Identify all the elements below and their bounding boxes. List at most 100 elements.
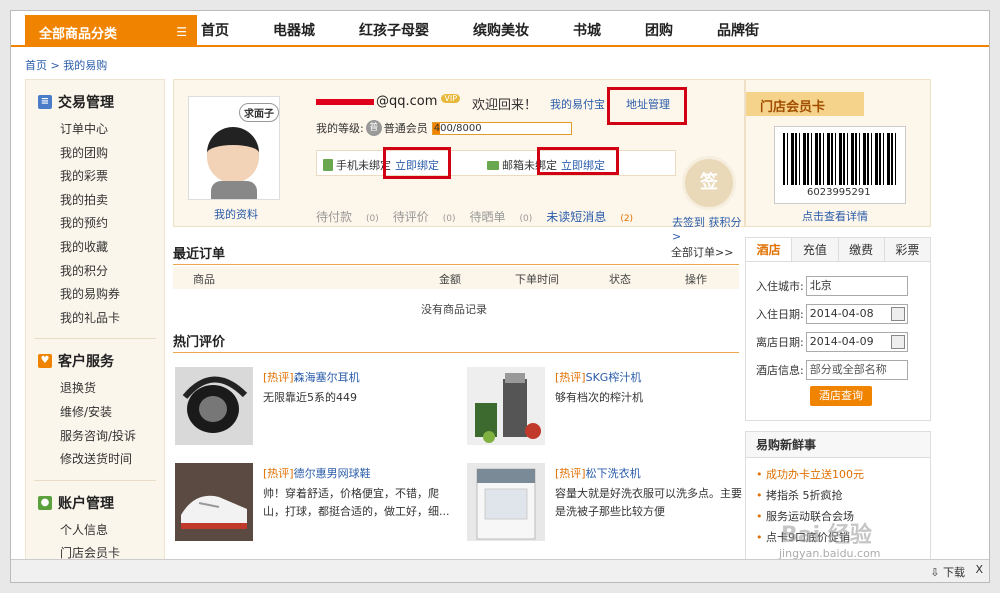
highlight-box-address [607,87,687,125]
browser-status-bar: ⇩ 下载 X [11,559,989,582]
review-desc: 帅！穿着舒适，价格便宜，不错，爬山，打球，都挺合适的，做工好，细... [263,487,450,518]
review-card[interactable]: [热评]松下洗衣机 容量大就是好洗衣服可以洗多点。主要是洗被子那些比较方便 [467,463,742,543]
city-input[interactable]: 北京 [805,276,908,296]
sidebar-item-complaints[interactable]: 服务咨询/投诉 [38,425,164,449]
review-card[interactable]: [热评]森海塞尔耳机 无限靠近5系的449 [175,367,445,447]
sidebar-item-giftcard[interactable]: 我的礼品卡 [38,307,164,331]
breadcrumb-home[interactable]: 首页 [25,59,47,72]
tab-hotel[interactable]: 酒店 [746,238,793,261]
section-divider [173,352,739,353]
hotel-name-input[interactable]: 部分或全部名称 [805,360,908,380]
sidebar-item-orders[interactable]: 订单中心 [38,118,164,142]
highlight-box-bind-email [537,147,619,175]
checkout-input[interactable]: 2014-04-09 [805,332,908,352]
sidebar-item-coupons[interactable]: 我的易购券 [38,283,164,307]
sidebar-item-points[interactable]: 我的积分 [38,260,164,284]
review-title[interactable]: [热评]SKG榨汁机 [555,369,641,385]
close-icon[interactable]: X [975,563,983,576]
breadcrumb: 首页 > 我的易购 [25,57,107,73]
calendar-icon[interactable] [890,335,905,349]
member-level: 我的等级: 普 普通会员 400/8000 [316,120,572,136]
sidebar-group-title: ♥ 客户服务 [38,351,164,371]
avatar[interactable]: 求面子 [188,96,280,200]
hotel-search-button[interactable]: 酒店查询 [810,386,872,406]
tab-recharge[interactable]: 充值 [792,238,839,261]
nav-item-baby[interactable]: 红孩子母婴 [359,20,429,40]
sidebar-item-lottery[interactable]: 我的彩票 [38,165,164,189]
checkin-input[interactable]: 2014-04-08 [805,304,908,324]
store-card-detail-link[interactable]: 点击查看详情 [802,208,868,224]
tab-bills[interactable]: 缴费 [838,238,885,261]
stat-pending-payment[interactable]: 待付款 (0) [316,208,379,225]
download-button[interactable]: ⇩ 下载 [930,564,965,580]
review-card[interactable]: [热评]SKG榨汁机 够有档次的榨汁机 [467,367,737,447]
menu-icon: ☰ [176,25,187,39]
nav-items: 首页 电器城 红孩子母婴 缤购美妆 书城 团购 品牌街 [201,20,803,40]
review-product: 德尔惠男网球鞋 [293,467,371,480]
service-tabs: 酒店 充值 缴费 彩票 [746,238,930,262]
sidebar-item-profile[interactable]: 个人信息 [38,519,164,543]
level-name: 普通会员 [383,122,428,135]
sidebar-item-auction[interactable]: 我的拍卖 [38,189,164,213]
store-card-title: 门店会员卡 [746,92,864,116]
breadcrumb-my-suning[interactable]: 我的易购 [63,59,107,72]
sidebar-item-reservation[interactable]: 我的预约 [38,212,164,236]
watermark-logo: Bai 经验 [781,523,872,548]
sidebar-item-returns[interactable]: 退换货 [38,377,164,401]
my-epay-link[interactable]: 我的易付宝 [550,96,605,112]
col-order-time: 下单时间 [515,273,559,286]
hotel-info-row: 酒店信息: 部分或全部名称 [756,360,908,380]
review-desc: 无限靠近5系的449 [263,391,357,404]
news-title: 易购新鲜事 [746,432,930,458]
news-item[interactable]: 拷指杀 5折疯抢 [746,485,930,506]
col-product: 商品 [193,273,215,286]
sidebar-group-title: ● 账户管理 [38,493,164,513]
stat-label: 未读短消息 [546,210,607,224]
stat-pending-review[interactable]: 待评价 (0) [393,208,456,225]
news-item[interactable]: 成功办卡立送100元 [746,464,930,485]
all-orders-link[interactable]: 全部订单>> [671,244,733,260]
sidebar-item-groupbuy[interactable]: 我的团购 [38,142,164,166]
nav-item-beauty[interactable]: 缤购美妆 [473,20,529,40]
sign-in-icon[interactable]: 签 [682,156,736,210]
sidebar-item-repair[interactable]: 维修/安装 [38,401,164,425]
washing-machine-image [467,463,545,541]
nav-item-home[interactable]: 首页 [201,20,229,40]
heart-icon: ♥ [38,354,52,369]
sidebar-item-delivery-time[interactable]: 修改送货时间 [38,448,164,472]
sidebar-group-service: ♥ 客户服务 退换货 维修/安装 服务咨询/投诉 修改送货时间 [26,339,164,475]
stat-count: (0) [442,214,456,224]
review-product: SKG榨汁机 [585,371,642,384]
my-info-link[interactable]: 我的资料 [214,206,258,222]
review-title[interactable]: [热评]森海塞尔耳机 [263,369,360,385]
review-product: 松下洗衣机 [585,467,641,480]
sidebar-group-label: 账户管理 [58,495,114,512]
sidebar-item-favorites[interactable]: 我的收藏 [38,236,164,260]
sign-in-link[interactable]: 去签到 获积分> [672,214,744,243]
highlight-box-bind-phone [383,147,451,179]
review-card[interactable]: [热评]德尔惠男网球鞋 帅！穿着舒适，价格便宜，不错，爬山，打球，都挺合适的，做… [175,463,450,543]
breadcrumb-separator: > [50,59,64,72]
checkout-label: 离店日期: [756,336,804,349]
tab-lottery[interactable]: 彩票 [884,238,930,261]
nav-item-brands[interactable]: 品牌街 [717,20,759,40]
download-label: 下载 [943,566,965,579]
level-progress-bar: 400/8000 [431,121,572,135]
stat-pending-share[interactable]: 待晒单 (0) [470,208,533,225]
stat-count: (2) [620,214,634,224]
orders-table-header: 商品 金额 下单时间 状态 操作 [173,267,739,289]
level-label: 我的等级: [316,122,364,135]
all-categories-button[interactable]: 全部商品分类 ☰ [25,15,197,47]
review-title[interactable]: [热评]德尔惠男网球鞋 [263,465,371,481]
nav-item-groupbuy[interactable]: 团购 [645,20,673,40]
nav-item-books[interactable]: 书城 [573,20,601,40]
calendar-icon[interactable] [890,307,905,321]
list-icon: ≡ [38,95,52,109]
review-title[interactable]: [热评]松下洗衣机 [555,465,641,481]
level-progress-text: 400/8000 [433,122,482,134]
store-card-panel: 门店会员卡 6023995291 点击查看详情 [745,79,931,227]
nav-item-appliances[interactable]: 电器城 [273,20,315,40]
stat-unread-messages[interactable]: 未读短消息 (2) [546,208,633,225]
sidebar-group-title: ≡ 交易管理 [38,92,164,112]
hot-tag: [热评] [555,371,586,384]
